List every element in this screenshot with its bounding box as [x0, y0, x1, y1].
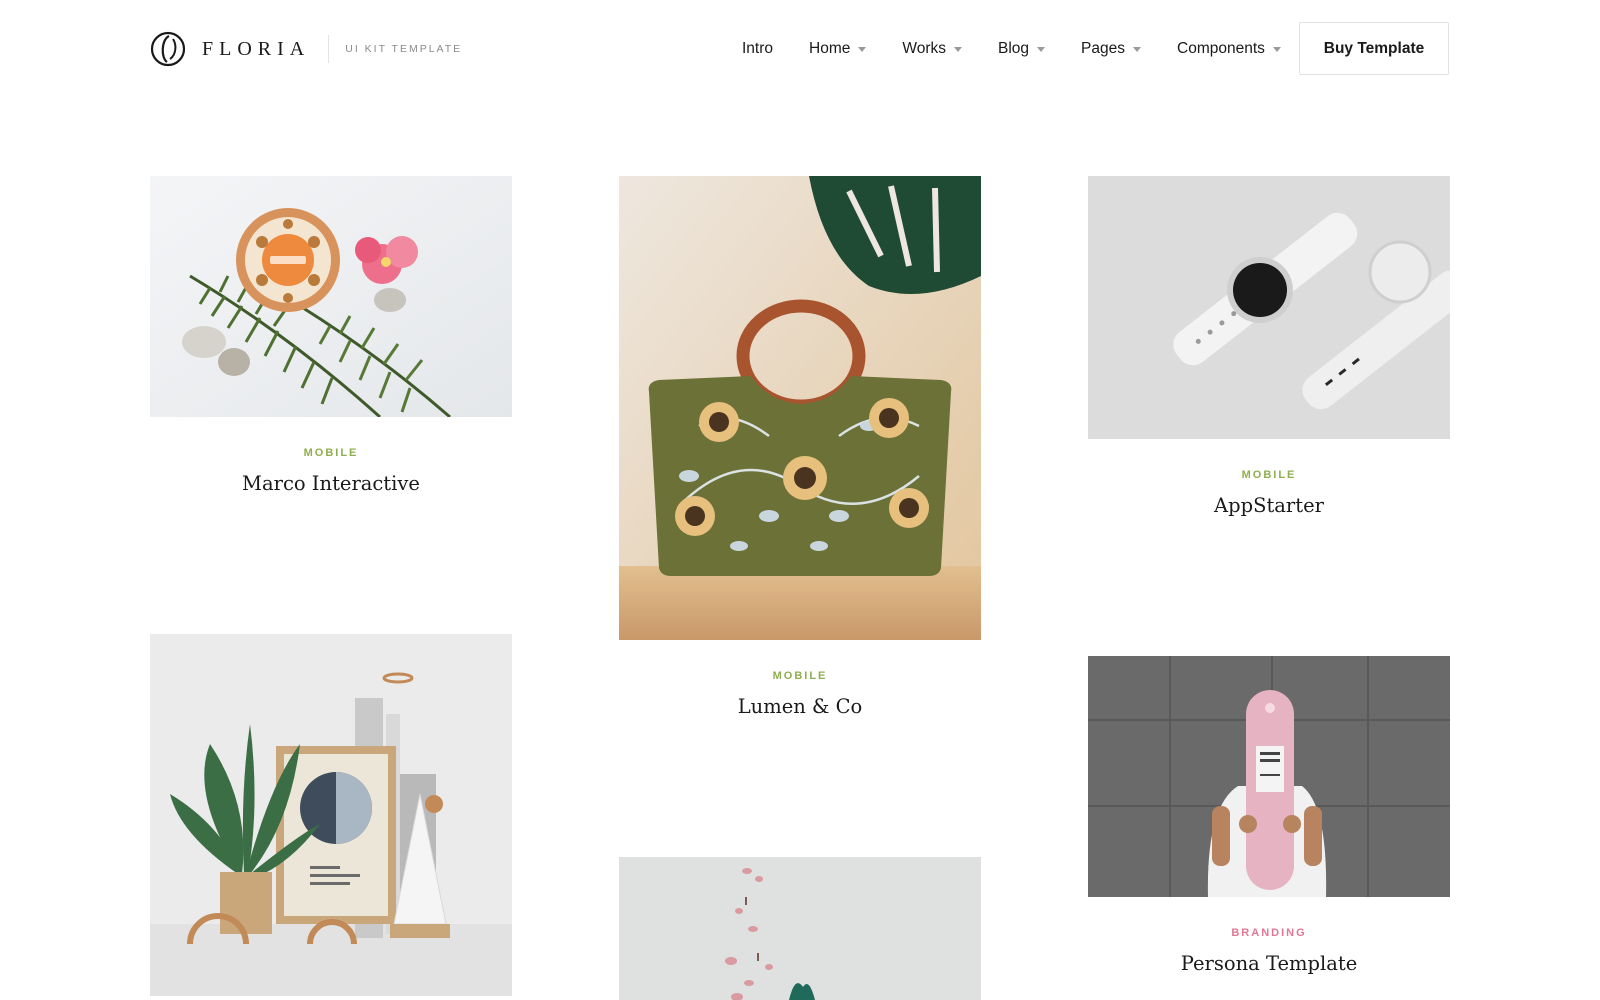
brand-tagline: UI KIT TEMPLATE: [345, 43, 463, 55]
caret-down-icon: [954, 47, 963, 52]
portfolio-card[interactable]: BRANDING Persona Template: [1088, 656, 1450, 975]
nav-item-pages[interactable]: Pages: [1081, 40, 1141, 58]
card-category: BRANDING: [1231, 927, 1307, 939]
site-header: FLORIA UI KIT TEMPLATE Intro Home Works …: [0, 0, 1600, 100]
brand-name: FLORIA: [202, 37, 311, 60]
caret-down-icon: [1133, 47, 1141, 52]
nav-item-blog[interactable]: Blog: [998, 40, 1046, 58]
cosmetic-powder-with-fern-photo: [150, 176, 512, 417]
portfolio-card[interactable]: MOBILE AppStarter: [1088, 176, 1450, 517]
white-smartwatch-mockup-photo: [1088, 176, 1450, 439]
nav-item-works[interactable]: Works: [902, 40, 963, 58]
portfolio-card[interactable]: [619, 857, 981, 1000]
portfolio-card[interactable]: MOBILE Marco Interactive: [150, 176, 512, 495]
person-holding-pink-skateboard-photo: [1088, 656, 1450, 897]
card-category: MOBILE: [1241, 469, 1297, 481]
caret-down-icon: [1037, 47, 1046, 52]
card-title: Persona Template: [1180, 952, 1358, 975]
brand[interactable]: FLORIA UI KIT TEMPLATE: [150, 30, 462, 68]
nav-item-label: Pages: [1081, 40, 1125, 57]
card-category: MOBILE: [303, 447, 359, 459]
nav-item-label: Components: [1177, 40, 1265, 57]
floria-logo-icon: [150, 31, 186, 67]
card-category: MOBILE: [772, 670, 828, 682]
card-title: Lumen & Co: [737, 695, 863, 718]
caret-down-icon: [858, 47, 867, 52]
main-nav: Intro Home Works Blog Pages Components: [742, 36, 1281, 62]
nav-item-label: Blog: [998, 40, 1030, 57]
portfolio-card[interactable]: MOBILE Lumen & Co: [619, 176, 981, 718]
plant-and-framed-print-still-life-photo: [150, 634, 512, 996]
nav-item-label: Intro: [742, 40, 774, 57]
nav-item-label: Home: [809, 40, 851, 57]
nav-item-intro[interactable]: Intro: [742, 40, 773, 58]
nav-item-label: Works: [902, 40, 947, 57]
embroidered-sunflower-handbag-photo: [619, 176, 981, 640]
brand-divider: [328, 35, 330, 63]
nav-item-home[interactable]: Home: [809, 40, 867, 58]
buy-template-button[interactable]: Buy Template: [1299, 22, 1449, 75]
card-title: Marco Interactive: [242, 472, 420, 495]
falling-flowers-photo: [619, 857, 981, 1000]
portfolio-card[interactable]: [150, 634, 512, 996]
nav-item-components[interactable]: Components: [1177, 40, 1281, 58]
card-title: AppStarter: [1214, 494, 1324, 517]
caret-down-icon: [1272, 47, 1281, 52]
